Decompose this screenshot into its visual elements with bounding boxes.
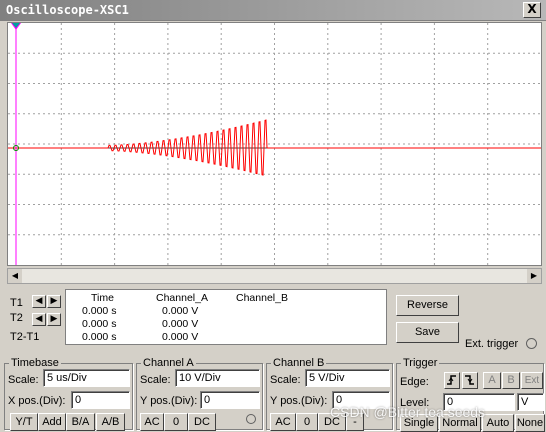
ext-trigger-terminal-icon[interactable] (526, 338, 537, 349)
mode-ab-button[interactable]: A/B (96, 413, 125, 431)
channel-a-dc-button[interactable]: DC (188, 413, 216, 431)
title-bar[interactable]: Oscilloscope-XSC1 X (0, 0, 546, 21)
scope-display (8, 23, 541, 265)
channel-a-zero-button[interactable]: 0 (164, 413, 188, 431)
rising-edge-icon[interactable] (444, 372, 460, 389)
channel-b-zero-button[interactable]: 0 (296, 413, 318, 431)
trigger-none-button[interactable]: None (515, 414, 545, 432)
channel-b-ypos-label: Y pos.(Div): (270, 395, 328, 407)
scroll-left-icon[interactable]: ◀ (8, 269, 22, 283)
t2-label: T2 (10, 312, 23, 324)
oscilloscope-screen (7, 22, 542, 266)
channel-a-scale-label: Scale: (140, 374, 171, 386)
row1-time: 0.000 s (82, 305, 117, 317)
watermark: CSDN @Bitter tea seeds (330, 404, 486, 420)
t1-left-arrow-icon[interactable]: ◀ (32, 295, 46, 308)
scope-grid (8, 23, 541, 265)
t2-t1-label: T2-T1 (10, 331, 40, 343)
header-channel-a: Channel_A (156, 292, 208, 304)
timebase-title: Timebase (9, 357, 61, 369)
row2-channel-a: 0.000 V (162, 318, 199, 330)
channel-b-ac-button[interactable]: AC (270, 413, 296, 431)
horizontal-scrollbar[interactable]: ◀ ▶ (7, 268, 542, 284)
reverse-button[interactable]: Reverse (396, 295, 459, 316)
trigger-source-b-button[interactable]: B (502, 372, 520, 389)
mode-yt-button[interactable]: Y/T (10, 413, 38, 431)
t2-left-arrow-icon[interactable]: ◀ (32, 313, 46, 326)
t1-right-arrow-icon[interactable]: ▶ (47, 295, 61, 308)
timebase-xpos-label: X pos.(Div): (8, 395, 66, 407)
t2-right-arrow-icon[interactable]: ▶ (47, 313, 61, 326)
channel-a-ypos-input[interactable]: 0 (200, 391, 260, 409)
row3-channel-a: 0.000 V (162, 331, 199, 343)
t1-label: T1 (10, 297, 23, 309)
trigger-level-unit[interactable]: V (517, 393, 544, 411)
timebase-scale-label: Scale: (8, 374, 39, 386)
ext-trigger-label: Ext. trigger (465, 338, 519, 350)
row1-channel-a: 0.000 V (162, 305, 199, 317)
channel-a-ac-button[interactable]: AC (140, 413, 164, 431)
mode-add-button[interactable]: Add (38, 413, 66, 431)
falling-edge-icon[interactable] (462, 372, 478, 389)
channel-a-terminal-icon[interactable] (246, 414, 256, 424)
trigger-edge-label: Edge: (400, 376, 429, 388)
channel-a-scale-input[interactable]: 10 V/Div (175, 369, 260, 387)
timebase-scale-input[interactable]: 5 us/Div (43, 369, 130, 387)
channel-b-title: Channel B (271, 357, 327, 369)
mode-ba-button[interactable]: B/A (66, 413, 95, 431)
trigger-title: Trigger (401, 357, 440, 369)
row2-time: 0.000 s (82, 318, 117, 330)
row3-time: 0.000 s (82, 331, 117, 343)
channel-a-title: Channel A (141, 357, 196, 369)
header-time: Time (91, 292, 114, 304)
channel-a-ypos-label: Y pos.(Div): (140, 395, 198, 407)
cursor-readout-table: Time Channel_A Channel_B 0.000 s 0.000 V… (65, 289, 387, 345)
close-button[interactable]: X (523, 2, 541, 18)
trigger-source-a-button[interactable]: A (483, 372, 501, 389)
scroll-right-icon[interactable]: ▶ (527, 269, 541, 283)
channel-b-scale-input[interactable]: 5 V/Div (305, 369, 390, 387)
timebase-xpos-input[interactable]: 0 (71, 391, 130, 409)
channel-b-scale-label: Scale: (270, 374, 301, 386)
header-channel-b: Channel_B (236, 292, 288, 304)
save-button[interactable]: Save (396, 322, 459, 343)
window-title: Oscilloscope-XSC1 (6, 3, 129, 17)
trigger-auto-button[interactable]: Auto (482, 414, 514, 432)
trigger-source-ext-button[interactable]: Ext (521, 372, 543, 389)
